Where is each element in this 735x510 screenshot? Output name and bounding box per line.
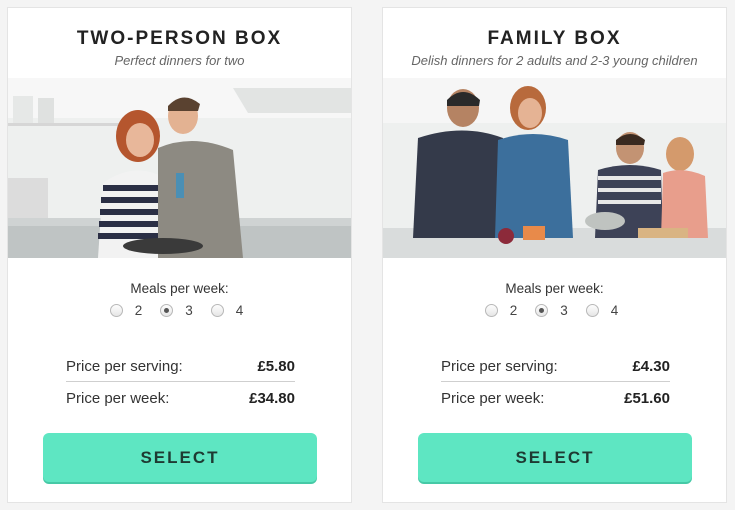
meals-option-4[interactable]: 4 <box>585 303 625 318</box>
price-per-week-row: Price per week: £51.60 <box>441 390 670 407</box>
plan-title: FAMILY BOX <box>487 28 622 49</box>
price-per-serving-row: Price per serving: £4.30 <box>441 358 670 375</box>
meals-per-week-label: Meals per week: <box>505 281 604 296</box>
family-cooking-photo <box>383 78 726 258</box>
meals-option-2[interactable]: 2 <box>484 303 524 318</box>
meals-option-label: 4 <box>235 303 244 318</box>
price-per-week-label: Price per week: <box>66 390 170 407</box>
meals-option-label: 3 <box>560 303 568 318</box>
meals-radio-group: 2 3 4 <box>8 303 351 318</box>
meals-option-label: 2 <box>134 303 143 318</box>
price-divider <box>66 381 295 382</box>
price-per-week-row: Price per week: £34.80 <box>66 390 295 407</box>
radio-icon[interactable] <box>585 304 599 317</box>
price-per-week-value: £34.80 <box>249 390 295 407</box>
select-button[interactable]: SELECT <box>418 433 692 482</box>
price-per-serving-value: £5.80 <box>257 358 295 375</box>
radio-checked-icon[interactable] <box>160 304 174 317</box>
radio-icon[interactable] <box>484 304 498 317</box>
meals-option-3[interactable]: 3 <box>535 303 574 318</box>
meals-option-4[interactable]: 4 <box>210 303 250 318</box>
price-per-week-value: £51.60 <box>624 390 670 407</box>
meals-option-label: 2 <box>509 303 518 318</box>
price-per-serving-label: Price per serving: <box>66 358 183 375</box>
meals-option-3[interactable]: 3 <box>160 303 199 318</box>
plan-card-family: FAMILY BOX Delish dinners for 2 adults a… <box>382 7 727 503</box>
couple-cooking-photo <box>8 78 351 258</box>
meals-option-2[interactable]: 2 <box>109 303 149 318</box>
plan-subtitle: Delish dinners for 2 adults and 2-3 youn… <box>411 53 698 68</box>
plan-card-two-person: TWO-PERSON BOX Perfect dinners for two M… <box>7 7 352 503</box>
price-per-serving-value: £4.30 <box>632 358 670 375</box>
meals-option-label: 3 <box>185 303 193 318</box>
select-button[interactable]: SELECT <box>43 433 317 482</box>
price-divider <box>441 381 670 382</box>
radio-icon[interactable] <box>210 304 224 317</box>
plan-title: TWO-PERSON BOX <box>76 28 283 49</box>
plan-subtitle: Perfect dinners for two <box>114 53 245 68</box>
price-per-serving-label: Price per serving: <box>441 358 558 375</box>
radio-icon[interactable] <box>109 304 123 317</box>
meals-per-week-label: Meals per week: <box>130 281 229 296</box>
price-per-week-label: Price per week: <box>441 390 545 407</box>
price-per-serving-row: Price per serving: £5.80 <box>66 358 295 375</box>
radio-checked-icon[interactable] <box>535 304 549 317</box>
meals-option-label: 4 <box>610 303 619 318</box>
meals-radio-group: 2 3 4 <box>383 303 726 318</box>
